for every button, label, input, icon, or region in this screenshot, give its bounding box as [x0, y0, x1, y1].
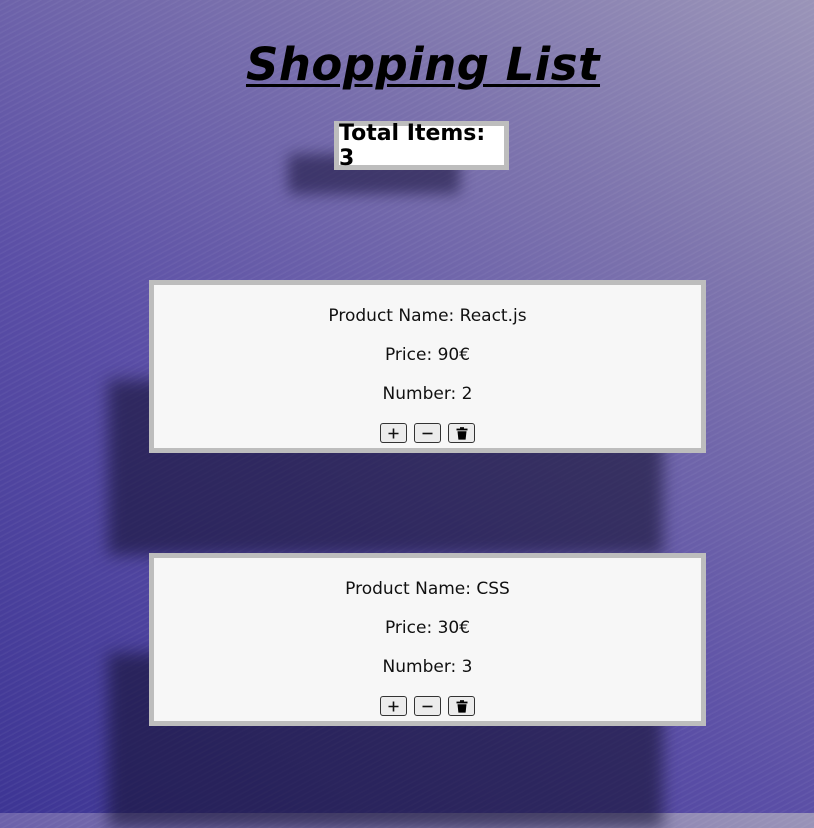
minus-icon: [422, 432, 433, 434]
product-card: Product Name: CSS Price: 30€ Number: 3: [149, 553, 706, 726]
page-title: Shopping List: [245, 38, 601, 91]
product-number: Number: 2: [382, 384, 473, 404]
product-price: Price: 90€: [384, 345, 471, 365]
decrement-button[interactable]: [414, 696, 441, 716]
product-card: Product Name: React.js Price: 90€ Number…: [149, 280, 706, 453]
product-actions: [154, 696, 701, 716]
trash-icon: [456, 426, 467, 440]
minus-icon: [422, 705, 433, 707]
product-price: Price: 30€: [384, 618, 471, 638]
increment-button[interactable]: [380, 423, 407, 443]
product-name: Product Name: React.js: [328, 306, 527, 326]
trash-icon: [456, 699, 467, 713]
product-number: Number: 3: [382, 657, 473, 677]
delete-button[interactable]: [448, 423, 475, 443]
total-items-badge: Total Items: 3: [334, 120, 509, 171]
product-name: Product Name: CSS: [345, 579, 510, 599]
product-actions: [154, 423, 701, 443]
plus-icon: [388, 428, 399, 438]
increment-button[interactable]: [380, 696, 407, 716]
plus-icon: [388, 701, 399, 711]
delete-button[interactable]: [448, 696, 475, 716]
decrement-button[interactable]: [414, 423, 441, 443]
total-items-label: Total Items: 3: [339, 120, 486, 171]
